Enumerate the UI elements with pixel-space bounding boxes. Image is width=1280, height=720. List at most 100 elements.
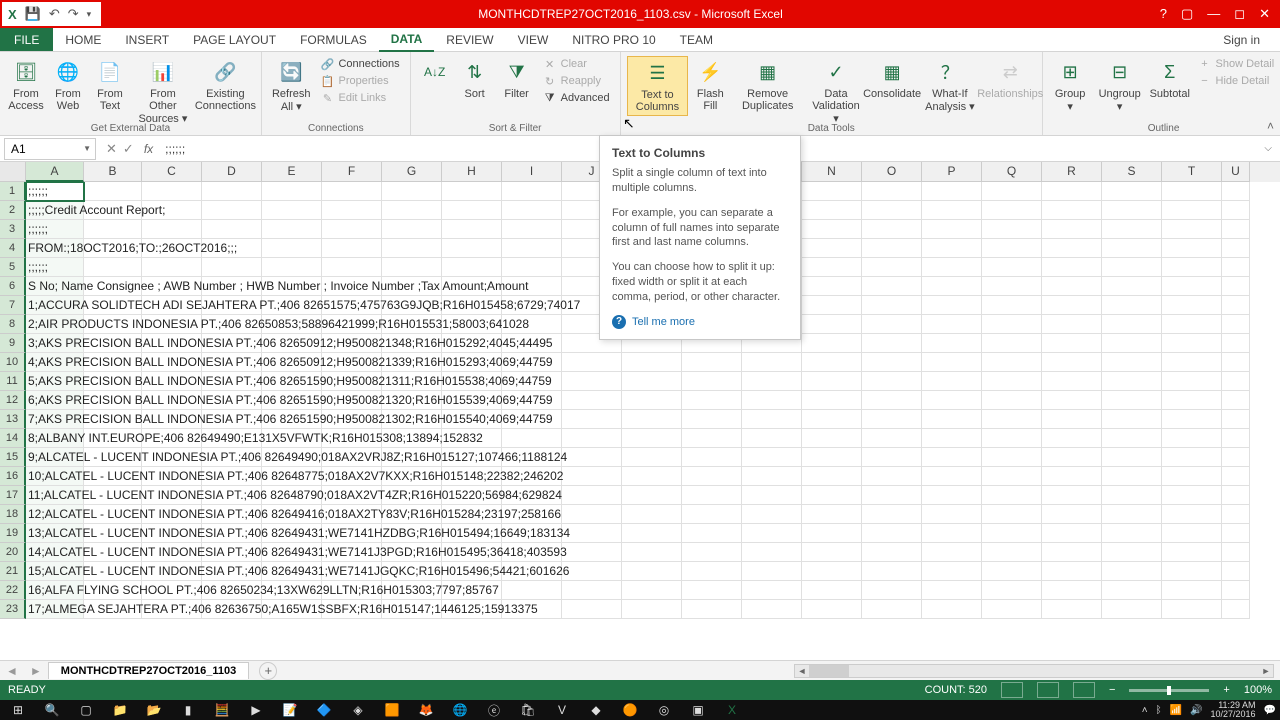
cell[interactable]: [922, 429, 982, 448]
cell[interactable]: [982, 372, 1042, 391]
cell[interactable]: 1;ACCURA SOLIDTECH ADI SEJAHTERA PT.;406…: [26, 296, 84, 315]
cell[interactable]: [802, 201, 862, 220]
cell[interactable]: [1222, 600, 1250, 619]
terminal-icon[interactable]: ▮: [174, 701, 202, 719]
cell[interactable]: [802, 562, 862, 581]
cell[interactable]: 3;AKS PRECISION BALL INDONESIA PT.;406 8…: [26, 334, 84, 353]
cell[interactable]: ;;;;;;: [26, 258, 84, 277]
media-icon[interactable]: ▶: [242, 701, 270, 719]
cell[interactable]: [982, 258, 1042, 277]
cell[interactable]: [1222, 467, 1250, 486]
cell[interactable]: [1042, 220, 1102, 239]
redo-icon[interactable]: ↷: [68, 6, 79, 22]
from-other-sources-button[interactable]: 📊From Other Sources ▾: [132, 56, 194, 127]
cell[interactable]: [682, 600, 742, 619]
group-button[interactable]: ⊞Group ▾: [1049, 56, 1091, 115]
cell[interactable]: [1102, 201, 1162, 220]
cell[interactable]: [802, 410, 862, 429]
cell[interactable]: [262, 220, 322, 239]
cell[interactable]: [682, 486, 742, 505]
cell[interactable]: [1102, 524, 1162, 543]
close-icon[interactable]: ✕: [1259, 6, 1270, 22]
sheet-nav-next-icon[interactable]: ►: [24, 664, 48, 678]
cell[interactable]: [562, 429, 622, 448]
cell[interactable]: [982, 353, 1042, 372]
cell[interactable]: [1042, 391, 1102, 410]
cell[interactable]: [562, 467, 622, 486]
select-all-corner[interactable]: [0, 162, 26, 182]
cell[interactable]: [622, 543, 682, 562]
cell[interactable]: 13;ALCATEL - LUCENT INDONESIA PT.;406 82…: [26, 524, 84, 543]
cell[interactable]: [922, 410, 982, 429]
qat-dropdown-icon[interactable]: ▾: [87, 9, 92, 20]
cell[interactable]: [802, 581, 862, 600]
cell[interactable]: [802, 467, 862, 486]
excel-taskbar-icon[interactable]: X: [718, 701, 746, 719]
cell[interactable]: [1102, 486, 1162, 505]
cell[interactable]: [862, 296, 922, 315]
add-sheet-button[interactable]: +: [259, 662, 277, 680]
zoom-handle[interactable]: [1167, 686, 1171, 695]
cell[interactable]: [802, 429, 862, 448]
cell[interactable]: [802, 524, 862, 543]
advanced-item[interactable]: ⧩Advanced: [543, 90, 610, 106]
cell[interactable]: [562, 448, 622, 467]
cell[interactable]: [982, 334, 1042, 353]
cell[interactable]: [562, 562, 622, 581]
cell[interactable]: [1222, 277, 1250, 296]
cell[interactable]: [682, 448, 742, 467]
cell[interactable]: [682, 505, 742, 524]
cell[interactable]: [1222, 315, 1250, 334]
cell[interactable]: [742, 562, 802, 581]
cell[interactable]: [622, 391, 682, 410]
cell[interactable]: [622, 581, 682, 600]
cell[interactable]: [1102, 220, 1162, 239]
cell[interactable]: [982, 277, 1042, 296]
cell[interactable]: [562, 581, 622, 600]
cell[interactable]: 9;ALCATEL - LUCENT INDONESIA PT.;406 826…: [26, 448, 84, 467]
cell[interactable]: [682, 410, 742, 429]
cell[interactable]: [502, 201, 562, 220]
save-icon[interactable]: 💾: [25, 6, 41, 22]
cell[interactable]: [1222, 581, 1250, 600]
sort-button[interactable]: ⇅Sort: [455, 56, 495, 102]
row-header[interactable]: 22: [0, 581, 26, 600]
cell[interactable]: [982, 467, 1042, 486]
from-text-button[interactable]: 📄From Text: [90, 56, 130, 114]
cell[interactable]: [1042, 277, 1102, 296]
cell[interactable]: 2;AIR PRODUCTS INDONESIA PT.;406 8265085…: [26, 315, 84, 334]
what-if-button[interactable]: ？What-If Analysis ▾: [917, 56, 982, 115]
cell[interactable]: [622, 448, 682, 467]
cell[interactable]: [922, 296, 982, 315]
cell[interactable]: 16;ALFA FLYING SCHOOL PT.;406 82650234;1…: [26, 581, 84, 600]
cell[interactable]: [802, 391, 862, 410]
notes-icon[interactable]: 📝: [276, 701, 304, 719]
cell[interactable]: [742, 486, 802, 505]
cell[interactable]: [742, 391, 802, 410]
cell[interactable]: [382, 258, 442, 277]
tray-bluetooth-icon[interactable]: ᛒ: [1156, 705, 1162, 716]
cell[interactable]: [742, 448, 802, 467]
cell[interactable]: [562, 410, 622, 429]
cell[interactable]: [682, 543, 742, 562]
cell[interactable]: [922, 258, 982, 277]
cell[interactable]: [1042, 182, 1102, 201]
cell[interactable]: [982, 600, 1042, 619]
cell[interactable]: [862, 429, 922, 448]
row-header[interactable]: 18: [0, 505, 26, 524]
cell[interactable]: [562, 600, 622, 619]
tab-nitro[interactable]: NITRO PRO 10: [560, 29, 667, 51]
cell[interactable]: [622, 372, 682, 391]
cell[interactable]: [1102, 277, 1162, 296]
row-header[interactable]: 19: [0, 524, 26, 543]
cell[interactable]: [322, 239, 382, 258]
cell[interactable]: [982, 220, 1042, 239]
cell[interactable]: [862, 600, 922, 619]
cell[interactable]: [742, 505, 802, 524]
cell[interactable]: [802, 258, 862, 277]
maximize-icon[interactable]: ◻: [1234, 6, 1245, 22]
cell[interactable]: ;;;;;;: [26, 220, 84, 239]
from-access-button[interactable]: 🗄From Access: [6, 56, 46, 114]
cell[interactable]: [922, 486, 982, 505]
store-icon[interactable]: 🛍: [514, 701, 542, 719]
